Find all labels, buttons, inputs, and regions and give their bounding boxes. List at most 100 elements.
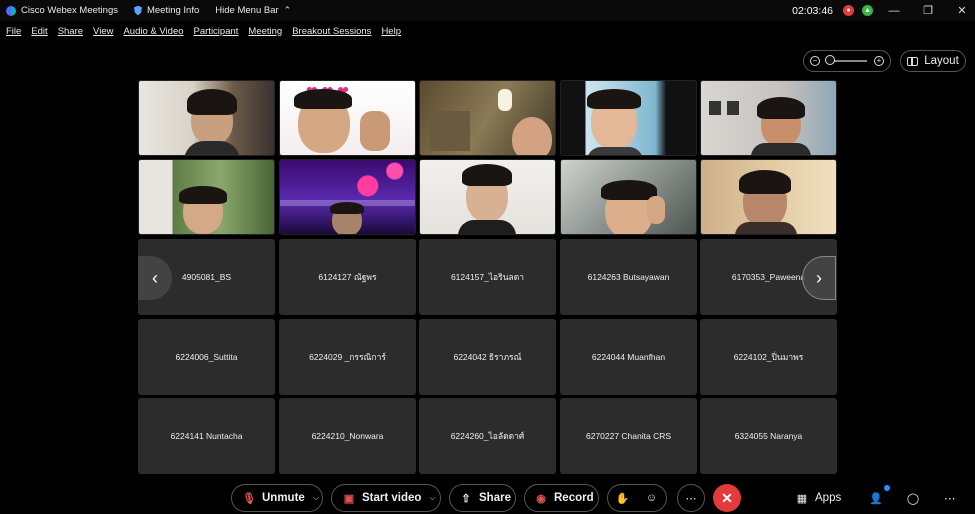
network-status-icon: ▲	[862, 5, 873, 16]
participants-notification-badge	[884, 485, 890, 491]
participant-name: 6124127 ณัฐพร	[318, 272, 377, 282]
participant-name: 6170353_Paweena	[731, 272, 806, 282]
video-off-icon: ▣	[343, 492, 355, 505]
reactions-icon[interactable]: ☺	[645, 491, 659, 505]
participant-name: 6224102_ปิ่นมาพร	[733, 352, 804, 362]
participant-name: 6224042 ธิราภรณ์	[453, 352, 522, 362]
participant-name: 6324055 Naranya	[734, 431, 803, 441]
participant-name: 6224260_ไอลัดดาศ์	[450, 431, 525, 441]
participants-icon: 👤	[869, 492, 883, 505]
video-tile[interactable]	[700, 159, 837, 235]
meeting-timer: 02:03:46	[792, 4, 833, 17]
app-title: Cisco Webex Meetings	[6, 5, 118, 16]
zoom-out-icon[interactable]: −	[810, 56, 820, 66]
video-tile[interactable]	[419, 80, 556, 156]
share-label: Share	[479, 492, 511, 504]
menu-share[interactable]: Share	[58, 26, 83, 37]
participant-tile[interactable]: 6224042 ธิราภรณ์	[419, 319, 556, 395]
participant-tile[interactable]: 6270227 Chanita CRS	[560, 398, 697, 474]
participants-button[interactable]: 👤	[869, 484, 883, 512]
meeting-info-label: Meeting Info	[146, 5, 200, 16]
start-video-label: Start video	[362, 492, 422, 504]
participant-name: 6224044 Muanfhan	[591, 352, 666, 362]
menu-audio-video[interactable]: Audio & Video	[123, 26, 183, 37]
meeting-info-button[interactable]: Meeting Info	[133, 5, 200, 16]
participant-name: 6270227 Chanita CRS	[585, 431, 672, 441]
chevron-up-icon: ⌃	[283, 5, 292, 15]
chevron-down-icon[interactable]: ⌵	[429, 493, 435, 503]
raise-hand-icon[interactable]: ✋	[616, 491, 630, 505]
layout-label: Layout	[924, 55, 959, 67]
shield-icon	[133, 5, 142, 16]
participant-name: 6124263 Butsayawan	[587, 272, 670, 282]
menu-help[interactable]: Help	[381, 26, 401, 37]
unmute-label: Unmute	[262, 492, 305, 504]
zoom-slider[interactable]	[825, 55, 867, 65]
participant-tile[interactable]: 6124127 ณัฐพร	[279, 239, 416, 315]
video-tile[interactable]	[279, 159, 416, 235]
start-video-button[interactable]: ▣ Start video ⌵	[331, 484, 441, 512]
close-icon[interactable]: ✕	[949, 0, 975, 21]
apps-icon: ▦	[796, 492, 808, 505]
record-button[interactable]: ◉ Record	[524, 484, 599, 512]
participant-name: 6224006_Suttita	[175, 352, 238, 362]
menu-edit[interactable]: Edit	[31, 26, 47, 37]
menu-participant[interactable]: Participant	[194, 26, 239, 37]
chevron-left-icon: ‹	[152, 267, 158, 288]
chat-icon: ◯	[906, 492, 920, 505]
participant-tile[interactable]: 6224141 Nuntacha	[138, 398, 275, 474]
record-label: Record	[554, 492, 594, 504]
more-icon: ⋯	[685, 492, 697, 505]
participant-tile[interactable]: 6224006_Suttita	[138, 319, 275, 395]
apps-label: Apps	[815, 492, 842, 504]
menu-file[interactable]: File	[6, 26, 21, 37]
participant-tile[interactable]: 6224260_ไอลัดดาศ์	[419, 398, 556, 474]
mic-muted-icon: 🎙	[242, 492, 256, 505]
chevron-down-icon[interactable]: ⌵	[313, 493, 319, 503]
unmute-button[interactable]: 🎙 Unmute ⌵	[231, 484, 323, 512]
menu-breakout-sessions[interactable]: Breakout Sessions	[292, 26, 371, 37]
grid-layout-icon	[907, 56, 919, 66]
share-button[interactable]: ⇧ Share	[449, 484, 516, 512]
video-tile[interactable]: ❤ ❤ ❤	[279, 80, 416, 156]
end-call-button[interactable]: ✕	[713, 484, 741, 512]
menu-view[interactable]: View	[93, 26, 113, 37]
layout-button[interactable]: Layout	[900, 50, 966, 72]
video-tile[interactable]	[138, 80, 275, 156]
hide-menu-bar-button[interactable]: Hide Menu Bar ⌃	[215, 5, 291, 16]
participant-name: 6224141 Nuntacha	[170, 431, 243, 441]
participant-name: 4905081_BS	[181, 272, 232, 282]
participant-tile[interactable]: 6224044 Muanfhan	[560, 319, 697, 395]
menu-meeting[interactable]: Meeting	[248, 26, 282, 37]
participant-name: 6124157_ไอรินลดา	[450, 272, 525, 282]
video-tile[interactable]	[560, 80, 697, 156]
recording-indicator-icon: ●	[843, 5, 854, 16]
video-tile[interactable]	[700, 80, 837, 156]
participant-tile[interactable]: 6124263 Butsayawan	[560, 239, 697, 315]
participant-tile[interactable]: 6124157_ไอรินลดา	[419, 239, 556, 315]
webex-logo-icon	[6, 5, 16, 16]
zoom-in-icon[interactable]: +	[874, 56, 884, 66]
chevron-right-icon: ›	[816, 267, 822, 288]
share-icon: ⇧	[461, 492, 471, 505]
more-options-button[interactable]: ⋯	[677, 484, 705, 512]
restore-icon[interactable]: ❐	[915, 0, 941, 21]
end-call-icon: ✕	[721, 489, 733, 506]
minimize-icon[interactable]: —	[881, 0, 907, 21]
record-icon: ◉	[536, 492, 546, 505]
video-tile[interactable]	[560, 159, 697, 235]
reactions-group: ✋ ☺	[607, 484, 667, 512]
zoom-slider-knob[interactable]	[825, 55, 835, 65]
participant-tile[interactable]: 6324055 Naranya	[700, 398, 837, 474]
participant-tile[interactable]: 6224102_ปิ่นมาพร	[700, 319, 837, 395]
participant-tile[interactable]: 6224029 _กรรณิการ์	[279, 319, 416, 395]
chat-button[interactable]: ◯	[906, 484, 920, 512]
menu-bar: File Edit Share View Audio & Video Parti…	[0, 22, 405, 40]
video-tile[interactable]	[138, 159, 275, 235]
participant-name: 6224210_Nonwara	[311, 431, 384, 441]
overflow-button[interactable]: ⋯	[944, 484, 956, 512]
more-icon: ⋯	[944, 493, 956, 505]
video-tile[interactable]	[419, 159, 556, 235]
participant-tile[interactable]: 6224210_Nonwara	[279, 398, 416, 474]
apps-button[interactable]: ▦ Apps	[795, 484, 841, 512]
